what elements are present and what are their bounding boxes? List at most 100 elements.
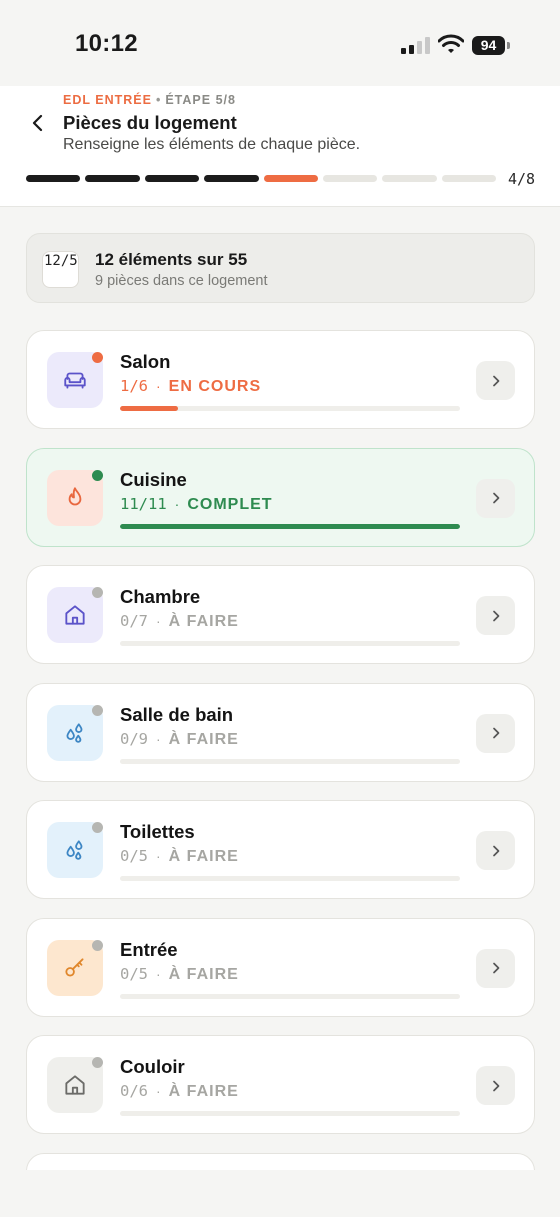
chevron-right-icon <box>489 491 503 505</box>
room-name: Entrée <box>120 938 178 960</box>
flow-label: EDL ENTRÉE <box>63 93 152 107</box>
chevron-right-icon <box>489 609 503 623</box>
chevron-right-icon <box>489 844 503 858</box>
room-meta-separator: · <box>156 378 161 394</box>
room-name: Cuisine <box>120 468 187 490</box>
room-count: 0/6 <box>120 1082 148 1100</box>
room-progress-bar <box>120 1111 460 1116</box>
step-segment <box>322 175 378 182</box>
step-eyebrow: EDL ENTRÉE • ÉTAPE 5/8 <box>63 93 236 107</box>
open-room-button[interactable] <box>476 361 515 400</box>
wifi-icon <box>438 34 464 53</box>
status-dot <box>92 822 103 833</box>
summary-subtitle: 9 pièces dans ce logement <box>95 273 268 289</box>
step-label: ÉTAPE 5/8 <box>165 93 236 107</box>
room-list: Salon 1/6 · EN COURS Cuisine 11/11 · COMPLET… <box>26 330 535 1170</box>
room-meta: 0/6 · À FAIRE <box>120 1082 239 1101</box>
back-chevron-icon[interactable] <box>28 113 48 133</box>
battery-icon: 94 <box>472 36 505 55</box>
room-card[interactable]: Couloir 0/6 · À FAIRE <box>26 1035 535 1134</box>
room-card[interactable]: Salle de bain 0/9 · À FAIRE <box>26 682 535 782</box>
step-progress-bar <box>26 175 496 182</box>
room-card[interactable]: Toilettes 0/5 · À FAIRE <box>26 800 535 899</box>
summary-card: 12/55 12 éléments sur 55 9 pièces dans c… <box>26 233 535 303</box>
open-room-button[interactable] <box>476 948 515 988</box>
summary-title: 12 éléments sur 55 <box>95 250 248 269</box>
page-subtitle: Renseigne les éléments de chaque pièce. <box>63 136 361 153</box>
room-meta: 1/6 · EN COURS <box>120 377 261 396</box>
room-name: Salon <box>120 351 171 372</box>
open-room-button[interactable] <box>476 478 515 518</box>
room-progress-bar <box>120 876 460 881</box>
step-segment <box>263 175 318 182</box>
room-status: À FAIRE <box>168 848 239 865</box>
page-title: Pièces du logement <box>63 112 237 133</box>
status-bar: 10:12 94 <box>0 0 560 86</box>
status-dot <box>92 352 103 363</box>
status-dot <box>92 704 103 716</box>
room-name: Toilettes <box>120 821 195 842</box>
chevron-right-icon <box>489 961 503 975</box>
battery-tip <box>507 42 510 49</box>
room-card[interactable]: Entrée 0/5 · À FAIRE <box>26 917 535 1017</box>
status-dot <box>92 587 103 598</box>
step-segment <box>441 175 496 182</box>
open-room-button[interactable] <box>476 713 515 753</box>
room-status: EN COURS <box>168 378 262 395</box>
summary-count-box: 12/55 <box>42 251 79 288</box>
room-meta-separator: · <box>156 848 161 864</box>
room-count: 0/5 <box>120 847 148 865</box>
status-dot <box>92 469 103 481</box>
room-progress-bar <box>120 641 460 646</box>
room-meta: 0/7 · À FAIRE <box>120 612 239 631</box>
room-name: Salle de bain <box>120 703 234 725</box>
room-status: À FAIRE <box>168 1083 239 1100</box>
room-card[interactable]: Salon 1/6 · EN COURS <box>26 330 535 429</box>
room-name: Couloir <box>120 1056 185 1077</box>
page-header: EDL ENTRÉE • ÉTAPE 5/8 Pièces du logement … <box>0 86 560 207</box>
chevron-right-icon <box>489 726 503 740</box>
room-meta: 11/11 · COMPLET <box>120 495 273 514</box>
room-meta-separator: · <box>156 965 161 982</box>
status-time: 10:12 <box>75 30 138 57</box>
open-room-button[interactable] <box>476 831 515 870</box>
cellular-signal-icon <box>401 36 431 54</box>
status-dot <box>92 939 103 951</box>
chevron-right-icon <box>489 374 503 388</box>
status-dot <box>92 1057 103 1068</box>
step-segment <box>382 175 437 182</box>
room-name: Chambre <box>120 586 201 607</box>
room-progress-bar <box>120 758 460 764</box>
room-progress-fill <box>120 523 460 529</box>
step-progress-count: 4/8 <box>508 170 536 188</box>
room-meta: 0/9 · À FAIRE <box>120 730 239 749</box>
room-meta: 0/5 · À FAIRE <box>120 847 239 866</box>
room-count: 0/9 <box>120 729 148 748</box>
room-count: 11/11 <box>120 494 167 513</box>
room-progress-fill <box>120 406 178 411</box>
room-status: À FAIRE <box>168 965 239 983</box>
room-count: 0/7 <box>120 612 148 630</box>
open-room-button[interactable] <box>476 1066 515 1105</box>
room-count: 0/5 <box>120 964 148 983</box>
room-meta: 0/5 · À FAIRE <box>120 965 239 984</box>
room-progress-bar <box>120 406 460 411</box>
room-card-partial[interactable] <box>26 1152 535 1170</box>
open-room-button[interactable] <box>476 596 515 635</box>
step-segment <box>85 175 140 182</box>
room-status: COMPLET <box>187 495 273 513</box>
room-progress-bar <box>120 523 460 529</box>
room-card[interactable]: Cuisine 11/11 · COMPLET <box>26 447 535 547</box>
room-meta-separator: · <box>156 1083 161 1099</box>
room-meta-separator: · <box>156 613 161 629</box>
chevron-right-icon <box>489 1079 503 1093</box>
step-segment <box>144 175 200 182</box>
eyebrow-separator: • <box>155 93 162 107</box>
room-progress-bar <box>120 993 460 999</box>
step-segment <box>26 175 81 182</box>
room-status: À FAIRE <box>168 730 239 748</box>
step-segment <box>204 175 259 182</box>
room-meta-separator: · <box>156 730 161 747</box>
room-count: 1/6 <box>120 377 148 395</box>
room-card[interactable]: Chambre 0/7 · À FAIRE <box>26 565 535 664</box>
